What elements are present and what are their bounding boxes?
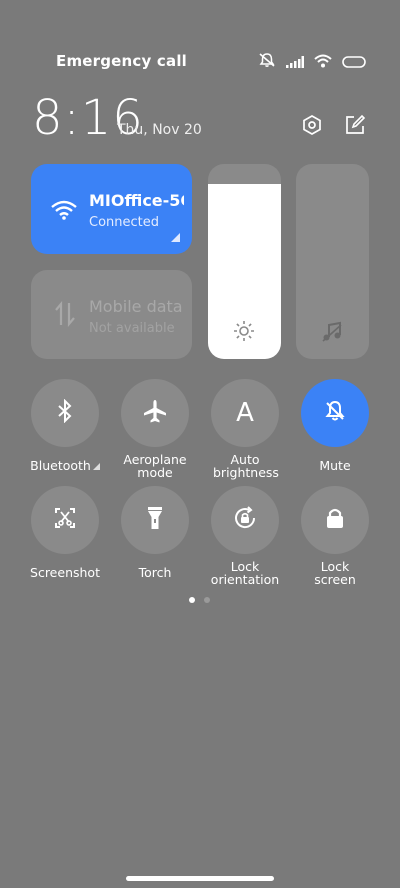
torch-toggle[interactable] (121, 486, 189, 554)
auto-brightness-toggle[interactable]: A (211, 379, 279, 447)
mute-status-icon (258, 52, 276, 72)
wifi-status: Connected (89, 215, 160, 230)
lock-icon (324, 506, 346, 534)
page-indicator-2[interactable] (204, 597, 210, 603)
mute-toggle[interactable] (301, 379, 369, 447)
page-indicator-1[interactable] (189, 597, 195, 603)
mute-label: Mute (319, 458, 351, 473)
brightness-slider[interactable] (208, 164, 281, 359)
mobile-data-tile[interactable]: Mobile data Not available (31, 270, 192, 359)
edit-button[interactable] (342, 114, 368, 140)
lock-orientation-label: Lock orientation (210, 559, 280, 587)
airplane-mode-toggle[interactable] (121, 379, 189, 447)
music-note-icon (321, 321, 343, 347)
settings-button[interactable] (299, 114, 325, 140)
battery-icon (342, 53, 366, 72)
airplane-icon (142, 398, 168, 428)
signal-icon (286, 53, 304, 72)
lock-orientation-toggle[interactable] (211, 486, 279, 554)
home-indicator[interactable] (126, 876, 274, 881)
bluetooth-toggle[interactable] (31, 379, 99, 447)
lock-screen-toggle[interactable] (301, 486, 369, 554)
carrier-label: Emergency call (56, 52, 188, 70)
auto-brightness-label: Auto brightness (213, 452, 279, 480)
torch-label: Torch (138, 565, 172, 580)
wifi-tile[interactable]: MIOffice-5G Connected (31, 164, 192, 254)
clock-date: Thu, Nov 20 (117, 122, 202, 138)
wifi-status-icon (314, 53, 332, 72)
rotation-lock-icon (232, 505, 258, 535)
airplane-mode-label: Aeroplane mode (123, 452, 187, 480)
mobile-data-label: Mobile data (89, 297, 183, 316)
wifi-network-name: MIOffice-5G (89, 191, 184, 210)
status-icons (258, 52, 366, 72)
mobile-data-status: Not available (89, 321, 175, 336)
sun-icon (233, 320, 255, 346)
edit-icon (344, 114, 366, 140)
lock-screen-label: Lock screen (314, 559, 356, 587)
bluetooth-expand-indicator[interactable] (92, 463, 100, 470)
mobile-data-icon (53, 300, 77, 331)
bell-off-icon (323, 399, 347, 427)
bluetooth-icon (55, 398, 75, 427)
torch-icon (145, 505, 165, 535)
settings-icon (301, 114, 323, 140)
auto-brightness-icon: A (236, 398, 254, 428)
screenshot-label: Screenshot (30, 565, 100, 580)
bluetooth-label: Bluetooth (15, 459, 115, 472)
wifi-icon (51, 200, 77, 224)
screenshot-toggle[interactable] (31, 486, 99, 554)
wifi-expand-indicator[interactable] (171, 233, 180, 242)
volume-slider[interactable] (296, 164, 369, 359)
screenshot-icon (53, 506, 77, 534)
